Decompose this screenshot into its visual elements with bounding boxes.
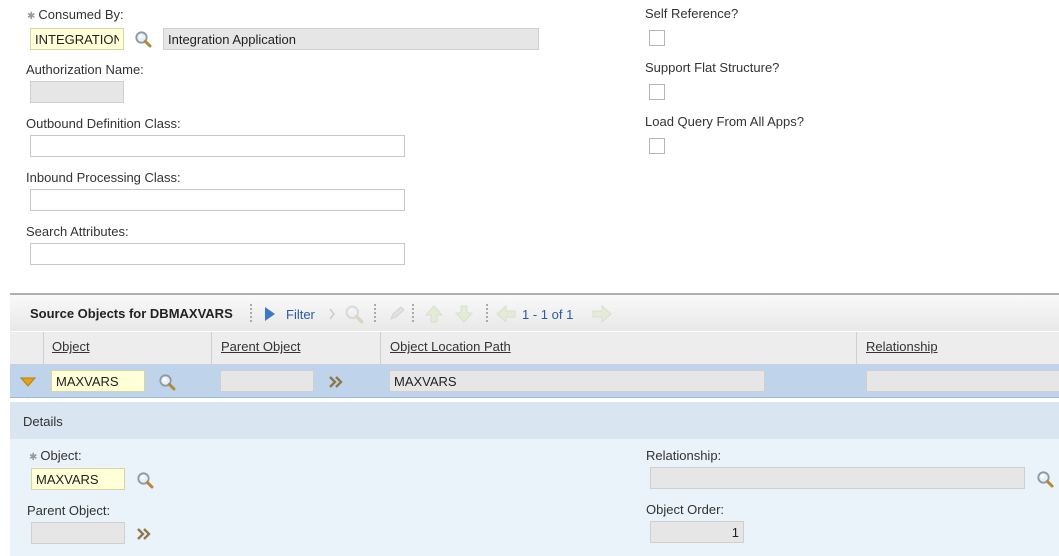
consumed-by-input[interactable] [30,28,124,50]
row-expand-toggle-icon[interactable] [20,377,36,387]
support-flat-structure-label: Support Flat Structure? [645,60,780,75]
details-relationship-input [650,467,1025,489]
search-attributes-label: Search Attributes: [26,224,129,239]
edit-icon [390,306,405,320]
required-asterisk-icon: ✱ [29,452,38,463]
column-divider [380,332,381,364]
support-flat-structure-checkbox[interactable] [649,84,665,100]
authorization-name-input [30,81,124,103]
toolbar-separator [486,304,488,322]
outbound-definition-class-input[interactable] [30,135,405,157]
details-object-label: ✱ Object: [29,448,82,463]
details-object-lookup-icon[interactable] [136,471,154,489]
row-object-location-path-input [389,370,765,392]
details-parent-object-label: Parent Object: [27,503,111,518]
table-row[interactable] [10,364,1059,398]
inbound-processing-class-input[interactable] [30,189,405,211]
consumed-by-lookup-icon[interactable] [134,30,152,48]
next-page-icon [592,305,612,323]
self-reference-checkbox[interactable] [649,30,665,46]
column-divider [43,332,44,364]
row-object-input[interactable] [51,370,145,392]
inbound-processing-class-label: Inbound Processing Class: [26,170,181,185]
load-query-label: Load Query From All Apps? [645,114,804,129]
outbound-definition-class-label: Outbound Definition Class: [26,116,181,131]
row-parent-goto-icon[interactable] [328,375,344,389]
details-relationship-label: Relationship: [646,448,722,463]
details-relationship-lookup-icon[interactable] [1036,470,1054,488]
load-query-checkbox[interactable] [649,138,665,154]
row-object-lookup-icon[interactable] [158,373,176,391]
toolbar-separator [412,304,414,322]
down-arrow-icon [454,305,474,323]
table-title: Source Objects for DBMAXVARS [30,306,233,321]
authorization-name-label: Authorization Name: [26,62,144,77]
column-divider [211,332,212,364]
details-object-order-label: Object Order: [646,502,725,517]
search-attributes-input[interactable] [30,243,405,265]
required-asterisk-icon: ✱ [27,11,36,22]
toolbar-separator [250,304,252,322]
find-icon [344,304,364,324]
filter-arrow-icon [329,308,335,320]
details-object-order-input [650,521,744,543]
column-header-parent-object[interactable]: Parent Object [221,339,301,354]
consumed-by-description [163,28,539,50]
toolbar-separator [374,304,376,322]
details-parent-goto-icon[interactable] [136,527,152,541]
up-arrow-icon [424,305,444,323]
row-relationship-input [866,370,1059,392]
details-object-input[interactable] [31,468,125,490]
row-parent-object-input [220,370,314,392]
self-reference-label: Self Reference? [645,6,739,21]
filter-triangle-icon[interactable] [264,306,276,322]
column-header-relationship[interactable]: Relationship [866,339,938,354]
pagination-text: 1 - 1 of 1 [522,307,574,322]
filter-link[interactable]: Filter [286,307,315,322]
details-header: Details [10,402,1059,439]
consumed-by-label: ✱ Consumed By: [27,7,124,22]
column-divider [856,332,857,364]
details-section [10,439,1059,556]
table-toolbar: Source Objects for DBMAXVARS Filter 1 - … [10,293,1059,331]
details-parent-object-input [31,522,125,544]
previous-page-icon [496,305,516,323]
table-column-headers: Object Parent Object Object Location Pat… [10,332,1059,364]
column-header-object-location-path[interactable]: Object Location Path [390,339,511,354]
column-header-object[interactable]: Object [52,339,90,354]
details-title: Details [23,414,63,429]
